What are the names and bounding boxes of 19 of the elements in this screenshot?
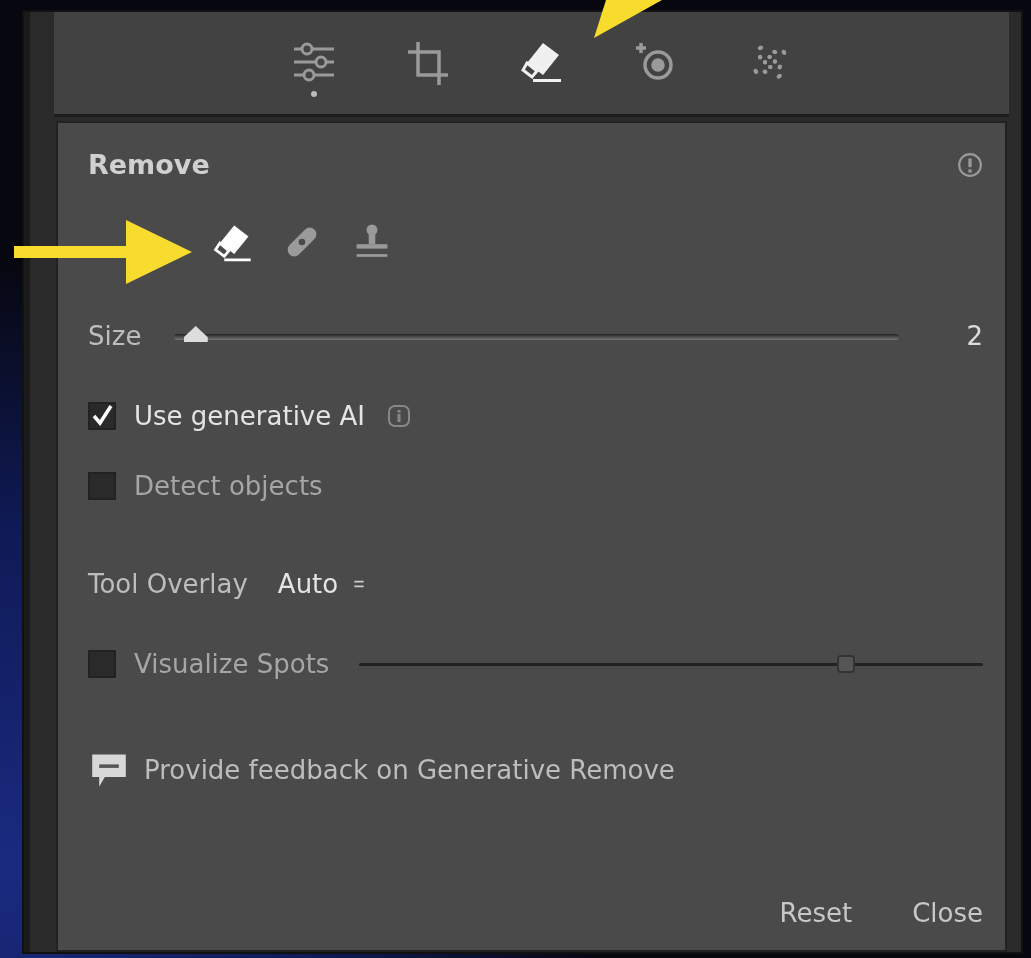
size-value: 2: [965, 321, 983, 351]
size-label: Size: [88, 321, 143, 351]
panel-title: Remove: [88, 149, 210, 180]
slider-thumb[interactable]: [183, 326, 208, 342]
visualize-slider[interactable]: [359, 652, 983, 676]
info-icon: [957, 151, 983, 178]
checkbox-label: Detect objects: [134, 471, 323, 501]
checkbox[interactable]: [88, 472, 116, 500]
feedback-link[interactable]: Provide feedback on Generative Remove: [144, 755, 675, 785]
checkbox-label: Use generative AI: [134, 401, 365, 431]
close-button[interactable]: Close: [912, 898, 983, 928]
checkbox-label: Visualize Spots: [134, 649, 330, 679]
tool-overlay-label: Tool Overlay: [88, 569, 248, 599]
tool-overlay-dropdown[interactable]: Auto: [277, 569, 367, 599]
checkbox[interactable]: [88, 402, 116, 430]
checkbox[interactable]: [88, 650, 116, 678]
slider-thumb[interactable]: [836, 655, 855, 673]
reset-button[interactable]: Reset: [779, 898, 853, 928]
annotation-arrow: [592, 0, 662, 38]
